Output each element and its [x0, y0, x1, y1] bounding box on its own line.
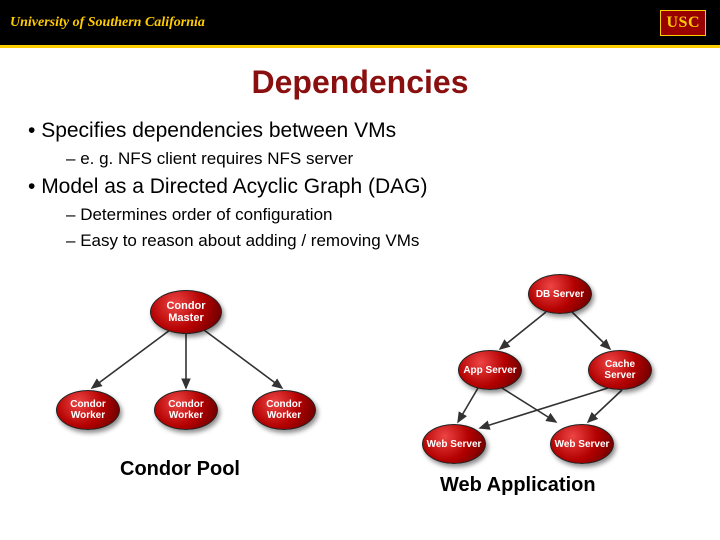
usc-logo: USC — [660, 10, 706, 36]
diagrams-area: Condor Master Condor Worker Condor Worke… — [0, 282, 720, 492]
usc-logo-text: USC — [660, 10, 706, 36]
node-app-server: App Server — [458, 350, 522, 390]
bullet: Model as a Directed Acyclic Graph (DAG) — [28, 175, 692, 199]
node-condor-worker: Condor Worker — [154, 390, 218, 430]
sub-bullet: e. g. NFS client requires NFS server — [66, 149, 692, 169]
slide-body: Specifies dependencies between VMs e. g.… — [0, 119, 720, 251]
diagram-label-left: Condor Pool — [120, 458, 240, 481]
node-condor-worker: Condor Worker — [56, 390, 120, 430]
node-condor-worker: Condor Worker — [252, 390, 316, 430]
university-name: University of Southern California — [10, 15, 205, 31]
node-condor-master: Condor Master — [150, 290, 222, 334]
diagram-label-right: Web Application — [440, 474, 596, 497]
sub-bullet: Easy to reason about adding / removing V… — [66, 231, 692, 251]
node-cache-server: Cache Server — [588, 350, 652, 390]
bullet: Specifies dependencies between VMs — [28, 119, 692, 143]
slide-header: University of Southern California USC — [0, 0, 720, 48]
node-web-server: Web Server — [550, 424, 614, 464]
node-web-server: Web Server — [422, 424, 486, 464]
node-db-server: DB Server — [528, 274, 592, 314]
slide-title: Dependencies — [0, 64, 720, 101]
sub-bullet: Determines order of configuration — [66, 205, 692, 225]
